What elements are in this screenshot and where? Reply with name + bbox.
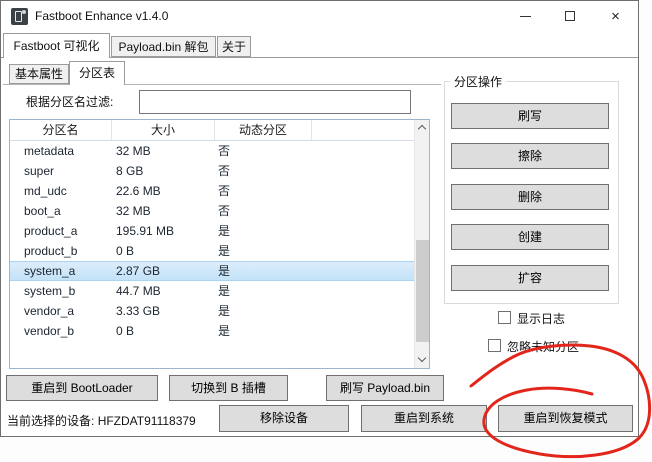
cell-size: 0 B	[116, 244, 135, 258]
cell-size: 32 MB	[116, 204, 151, 218]
remove-device-button[interactable]: 移除设备	[219, 405, 349, 432]
minimize-button[interactable]	[503, 1, 548, 32]
chevron-up-icon	[417, 124, 427, 134]
close-icon: ×	[611, 8, 620, 25]
flash-payload-bin-button[interactable]: 刷写 Payload.bin	[326, 375, 444, 401]
expand-button[interactable]: 扩容	[451, 265, 609, 291]
app-icon	[11, 8, 28, 25]
cell-dynamic: 否	[218, 184, 231, 198]
scroll-up-arrow[interactable]	[415, 120, 429, 136]
show-log-label: 显示日志	[517, 312, 566, 326]
phone-icon	[15, 11, 22, 22]
screenshot-root: Fastboot Enhance v1.4.0 × Fastboot 可视化 P…	[0, 0, 652, 462]
close-button[interactable]: ×	[593, 1, 638, 32]
cell-dynamic: 是	[218, 224, 231, 238]
tab-payload-unpack[interactable]: Payload.bin 解包	[111, 36, 216, 57]
tab-about[interactable]: 关于	[217, 36, 251, 57]
cell-size: 2.87 GB	[116, 264, 161, 278]
ignore-unknown-partitions-checkbox[interactable]	[488, 339, 501, 352]
cell-dynamic: 是	[218, 264, 231, 278]
maximize-button[interactable]	[548, 1, 593, 32]
ignore-unknown-partitions-label: 忽略未知分区	[507, 340, 580, 354]
scrollbar-thumb[interactable]	[416, 240, 429, 342]
delete-button[interactable]: 删除	[451, 184, 609, 210]
table-row[interactable]: vendor_a 3.33 GB 是	[10, 301, 414, 321]
window-title: Fastboot Enhance v1.4.0	[35, 9, 169, 23]
cell-dynamic: 否	[218, 144, 231, 158]
vertical-scrollbar[interactable]	[414, 120, 429, 368]
cell-name: product_b	[24, 244, 78, 258]
maximize-icon	[565, 11, 575, 21]
table-row[interactable]: boot_a 32 MB 否	[10, 201, 414, 221]
column-header-empty[interactable]	[312, 120, 414, 140]
cell-size: 8 GB	[116, 164, 144, 178]
table-body: metadata 32 MB 否 super 8 GB 否 md_udc 22.6 MB 否 bo…	[10, 141, 414, 368]
cell-size: 22.6 MB	[116, 184, 161, 198]
table-row[interactable]: vendor_b 0 B 是	[10, 321, 414, 341]
tab-fastboot-visualization[interactable]: Fastboot 可视化	[3, 33, 110, 58]
table-row[interactable]: system_b 44.7 MB 是	[10, 281, 414, 301]
table-row[interactable]: product_b 0 B 是	[10, 241, 414, 261]
current-device-label: 当前选择的设备: HFZDAT91118379	[7, 412, 196, 429]
cell-dynamic: 否	[218, 204, 231, 218]
sub-tab-strip: 基本属性 分区表	[3, 61, 441, 85]
table-row[interactable]: super 8 GB 否	[10, 161, 414, 181]
cell-size: 195.91 MB	[116, 224, 175, 238]
erase-button[interactable]: 擦除	[451, 143, 609, 169]
flash-button[interactable]: 刷写	[451, 103, 609, 129]
cell-dynamic: 是	[218, 304, 231, 318]
cell-size: 44.7 MB	[116, 284, 161, 298]
table-row[interactable]: product_a 195.91 MB 是	[10, 221, 414, 241]
column-header-name[interactable]: 分区名	[10, 120, 112, 140]
table-row[interactable]: metadata 32 MB 否	[10, 141, 414, 161]
cell-name: boot_a	[24, 204, 61, 218]
cell-size: 0 B	[116, 324, 135, 338]
app-window: Fastboot Enhance v1.4.0 × Fastboot 可视化 P…	[0, 0, 639, 437]
filter-label: 根据分区名过滤:	[26, 95, 114, 109]
partition-ops-group-label: 分区操作	[450, 73, 507, 90]
cell-size: 3.33 GB	[116, 304, 161, 318]
reboot-to-bootloader-button[interactable]: 重启到 BootLoader	[6, 375, 158, 401]
table-header: 分区名 大小 动态分区	[10, 120, 414, 141]
cell-dynamic: 是	[218, 284, 231, 298]
partition-table: 分区名 大小 动态分区 metadata 32 MB 否 super 8 GB 否 md_u…	[9, 119, 430, 369]
cell-dynamic: 是	[218, 324, 231, 338]
cell-name: product_a	[24, 224, 78, 238]
create-button[interactable]: 创建	[451, 224, 609, 250]
switch-to-slot-b-button[interactable]: 切换到 B 插槽	[169, 375, 288, 401]
cell-name: metadata	[24, 144, 75, 158]
filter-input[interactable]	[139, 90, 411, 114]
column-header-size[interactable]: 大小	[112, 120, 215, 140]
cell-size: 32 MB	[116, 144, 151, 158]
table-row[interactable]: md_udc 22.6 MB 否	[10, 181, 414, 201]
minimize-icon	[520, 16, 531, 17]
cell-dynamic: 是	[218, 244, 231, 258]
cell-name: vendor_a	[24, 304, 75, 318]
chevron-down-icon	[417, 353, 427, 363]
column-header-dynamic[interactable]: 动态分区	[215, 120, 312, 140]
cell-name: system_b	[24, 284, 76, 298]
reboot-to-system-button[interactable]: 重启到系统	[361, 405, 487, 432]
device-id: HFZDAT91118379	[97, 414, 196, 428]
device-label-text: 当前选择的设备:	[7, 414, 95, 428]
scroll-down-arrow[interactable]	[415, 352, 429, 368]
table-row[interactable]: system_a 2.87 GB 是	[10, 261, 414, 281]
show-log-checkbox[interactable]	[498, 311, 511, 324]
cell-name: vendor_b	[24, 324, 75, 338]
cell-dynamic: 否	[218, 164, 231, 178]
tab-basic-properties[interactable]: 基本属性	[9, 64, 69, 84]
icon-dot	[22, 10, 26, 14]
cell-name: md_udc	[24, 184, 67, 198]
cell-name: super	[24, 164, 55, 178]
reboot-to-recovery-button[interactable]: 重启到恢复模式	[498, 405, 633, 432]
main-tab-strip: Fastboot 可视化 Payload.bin 解包 关于	[1, 33, 638, 58]
tab-partition-table[interactable]: 分区表	[69, 61, 125, 85]
title-bar: Fastboot Enhance v1.4.0 ×	[1, 1, 638, 32]
cell-name: system_a	[24, 264, 76, 278]
